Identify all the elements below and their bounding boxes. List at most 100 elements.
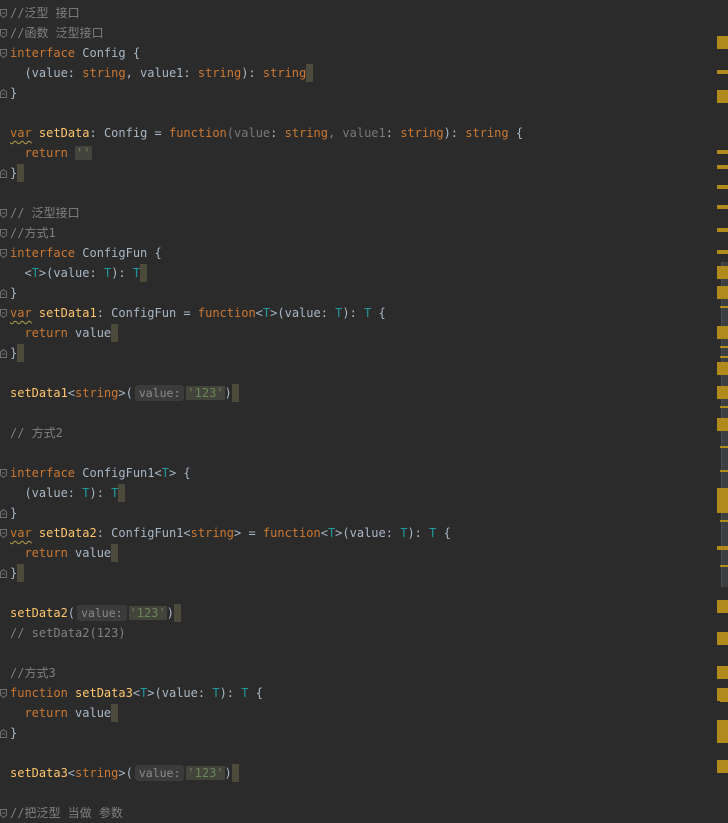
code-line[interactable]	[0, 363, 712, 383]
code-line[interactable]: setData2(value: '123')	[0, 603, 712, 623]
code-line[interactable]: return ''	[0, 143, 712, 163]
scrollbar-marker[interactable]	[717, 730, 728, 743]
scrollbar-marker[interactable]	[720, 520, 728, 522]
code-line[interactable]: }	[0, 283, 712, 303]
code-line[interactable]: }	[0, 563, 712, 583]
code-line[interactable]: return value	[0, 703, 712, 723]
fold-close-icon[interactable]	[0, 729, 7, 738]
scrollbar-marker[interactable]	[717, 185, 728, 189]
scrollbar-marker[interactable]	[717, 666, 728, 679]
fold-open-icon[interactable]	[0, 29, 7, 38]
scrollbar-marker[interactable]	[717, 760, 728, 773]
code-line[interactable]: // 泛型接口	[0, 203, 712, 223]
scrollbar-marker[interactable]	[720, 470, 728, 472]
code-line[interactable]: // 方式2	[0, 423, 712, 443]
fold-open-icon[interactable]	[0, 249, 7, 258]
code-line[interactable]: var setData1: ConfigFun = function<T>(va…	[0, 303, 712, 323]
scrollbar-marker[interactable]	[717, 90, 728, 103]
code-line[interactable]	[0, 403, 712, 423]
scrollbar-marker[interactable]	[717, 500, 728, 513]
scrollbar-marker[interactable]	[717, 386, 728, 399]
scrollbar-marker[interactable]	[717, 600, 728, 613]
scrollbar-marker[interactable]	[720, 406, 728, 408]
scrollbar-marker[interactable]	[717, 546, 728, 550]
code-line[interactable]: <T>(value: T): T	[0, 263, 712, 283]
scrollbar-marker[interactable]	[717, 165, 728, 169]
scrollbar-marker[interactable]	[717, 205, 728, 209]
fold-open-icon[interactable]	[0, 49, 7, 58]
scrollbar-marker[interactable]	[717, 36, 728, 49]
scrollbar-marker[interactable]	[717, 70, 728, 74]
scrollbar-marker[interactable]	[717, 418, 728, 431]
fold-close-icon[interactable]	[0, 569, 7, 578]
code-token: ):	[241, 66, 263, 80]
code-line[interactable]: }	[0, 503, 712, 523]
code-line[interactable]: setData1<string>(value: '123')	[0, 383, 712, 403]
code-line[interactable]: var setData2: ConfigFun1<string> = funct…	[0, 523, 712, 543]
scrollbar-marker[interactable]	[717, 250, 728, 254]
code-token: ):	[89, 486, 112, 500]
scrollbar-marker[interactable]	[720, 565, 728, 567]
code-text: }	[10, 723, 17, 743]
fold-open-icon[interactable]	[0, 689, 7, 698]
code-line[interactable]: // setData2(123)	[0, 623, 712, 643]
comment: //泛型 接口	[10, 6, 80, 20]
code-line[interactable]: }	[0, 343, 712, 363]
scrollbar-marker[interactable]	[717, 150, 728, 154]
code-line[interactable]: //函数 泛型接口	[0, 23, 712, 43]
code-line[interactable]: setData3<string>(value: '123')	[0, 763, 712, 783]
code-line[interactable]: //方式3	[0, 663, 712, 683]
scrollbar-marker[interactable]	[720, 306, 728, 308]
code-line[interactable]	[0, 583, 712, 603]
code-line[interactable]: var setData: Config = function(value: st…	[0, 123, 712, 143]
scrollbar-marker[interactable]	[717, 286, 728, 299]
fold-open-icon[interactable]	[0, 209, 7, 218]
code-line[interactable]	[0, 103, 712, 123]
code-line[interactable]: function setData3<T>(value: T): T {	[0, 683, 712, 703]
code-line[interactable]: (value: string, value1: string): string	[0, 63, 712, 83]
scrollbar-marker[interactable]	[717, 362, 728, 375]
code-line[interactable]	[0, 783, 712, 803]
code-line[interactable]	[0, 443, 712, 463]
fold-open-icon[interactable]	[0, 9, 7, 18]
fold-open-icon[interactable]	[0, 529, 7, 538]
code-line[interactable]: }	[0, 163, 712, 183]
scrollbar-marker[interactable]	[717, 326, 728, 339]
code-line[interactable]: interface ConfigFun {	[0, 243, 712, 263]
fold-close-icon[interactable]	[0, 169, 7, 178]
fold-close-icon[interactable]	[0, 349, 7, 358]
code-line[interactable]: //把泛型 当做 参数	[0, 803, 712, 823]
caret-highlight	[306, 63, 314, 82]
fold-close-icon[interactable]	[0, 509, 7, 518]
code-line[interactable]: interface Config {	[0, 43, 712, 63]
scrollbar-marker[interactable]	[720, 346, 728, 348]
fold-open-icon[interactable]	[0, 229, 7, 238]
code-line[interactable]	[0, 743, 712, 763]
code-line[interactable]	[0, 183, 712, 203]
caret-highlight	[111, 703, 119, 722]
scrollbar-marker[interactable]	[720, 700, 728, 702]
code-text: //函数 泛型接口	[10, 23, 104, 43]
code-line[interactable]: return value	[0, 543, 712, 563]
scrollbar-marker[interactable]	[720, 446, 728, 448]
fold-open-icon[interactable]	[0, 309, 7, 318]
code-line[interactable]	[0, 643, 712, 663]
fold-close-icon[interactable]	[0, 289, 7, 298]
code-line[interactable]: //方式1	[0, 223, 712, 243]
scrollbar-marker[interactable]	[717, 266, 728, 279]
fold-close-icon[interactable]	[0, 89, 7, 98]
code-line[interactable]: }	[0, 83, 712, 103]
code-line[interactable]: interface ConfigFun1<T> {	[0, 463, 712, 483]
code-line[interactable]: }	[0, 723, 712, 743]
code-editor[interactable]: //泛型 接口 //函数 泛型接口 interface Config { (valu…	[0, 0, 712, 820]
code-token: (	[67, 606, 76, 620]
fold-open-icon[interactable]	[0, 809, 7, 818]
scrollbar-marker[interactable]	[717, 228, 728, 232]
code-token: (value:	[10, 486, 83, 500]
fold-open-icon[interactable]	[0, 469, 7, 478]
scrollbar-marker[interactable]	[717, 632, 728, 645]
scrollbar-marker[interactable]	[720, 356, 728, 358]
code-line[interactable]: (value: T): T	[0, 483, 712, 503]
code-line[interactable]: //泛型 接口	[0, 3, 712, 23]
code-line[interactable]: return value	[0, 323, 712, 343]
